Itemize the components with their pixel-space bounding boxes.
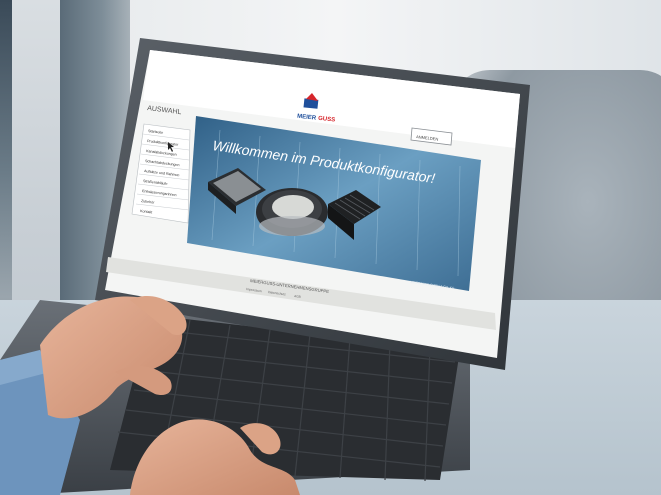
photo-frame: MEIER GUSS ANMELDEN AUSWAHL Startseite P… [0, 0, 661, 495]
product-round-cover [256, 188, 328, 236]
laptop-illustration: MEIER GUSS ANMELDEN AUSWAHL Startseite P… [0, 38, 530, 495]
